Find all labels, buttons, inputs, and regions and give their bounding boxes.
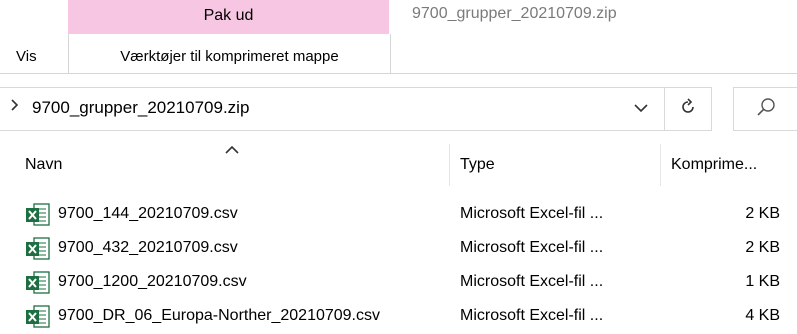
tab-pak-ud-label: Pak ud (203, 7, 254, 24)
breadcrumb-chevron-icon[interactable] (10, 98, 20, 117)
file-name: 9700_1200_20210709.csv (58, 273, 247, 290)
file-compressed-size: 2 KB (745, 205, 780, 222)
column-header-type[interactable]: Type (460, 156, 495, 174)
ribbon-divider (0, 73, 797, 74)
file-name: 9700_144_20210709.csv (58, 205, 238, 222)
refresh-button[interactable] (664, 87, 712, 131)
file-compressed-size: 1 KB (745, 273, 780, 290)
column-divider[interactable] (449, 144, 450, 186)
tab-pak-ud[interactable]: Pak ud (68, 0, 389, 34)
refresh-icon (679, 97, 697, 121)
window-title: 9700_grupper_20210709.zip (412, 5, 617, 22)
tab-compressed-folder-tools-label: Værktøjer til komprimeret mappe (120, 48, 339, 65)
file-row[interactable]: 9700_144_20210709.csv Microsoft Excel-fil… (0, 198, 797, 232)
file-compressed-size: 2 KB (745, 239, 780, 256)
file-name: 9700_432_20210709.csv (58, 239, 238, 256)
file-type: Microsoft Excel-fil ... (460, 239, 604, 256)
tab-compressed-folder-tools[interactable]: Værktøjer til komprimeret mappe (68, 34, 391, 74)
column-divider[interactable] (660, 144, 661, 186)
excel-file-icon (25, 271, 51, 300)
file-row[interactable]: 9700_1200_20210709.csv Microsoft Excel-fi… (0, 266, 797, 300)
file-row[interactable]: 9700_DR_06_Europa-Norther_20210709.csv Mi… (0, 300, 797, 334)
excel-file-icon (25, 237, 51, 266)
address-history-dropdown[interactable] (628, 95, 654, 123)
address-path[interactable]: 9700_grupper_20210709.zip (32, 98, 249, 118)
file-type: Microsoft Excel-fil ... (460, 307, 604, 324)
sort-ascending-icon (224, 142, 240, 160)
excel-file-icon (25, 203, 51, 232)
file-type: Microsoft Excel-fil ... (460, 273, 604, 290)
file-compressed-size: 4 KB (745, 307, 780, 324)
excel-file-icon (25, 305, 51, 334)
file-row[interactable]: 9700_432_20210709.csv Microsoft Excel-fil… (0, 232, 797, 266)
column-header-compressed-size[interactable]: Komprime... (671, 156, 757, 174)
chevron-down-icon (634, 100, 648, 118)
file-name: 9700_DR_06_Europa-Norther_20210709.csv (58, 307, 380, 324)
column-header-name[interactable]: Navn (25, 156, 62, 174)
tab-vis[interactable]: Vis (16, 48, 37, 65)
file-type: Microsoft Excel-fil ... (460, 205, 604, 222)
search-box[interactable] (733, 87, 797, 131)
search-icon (756, 97, 776, 122)
